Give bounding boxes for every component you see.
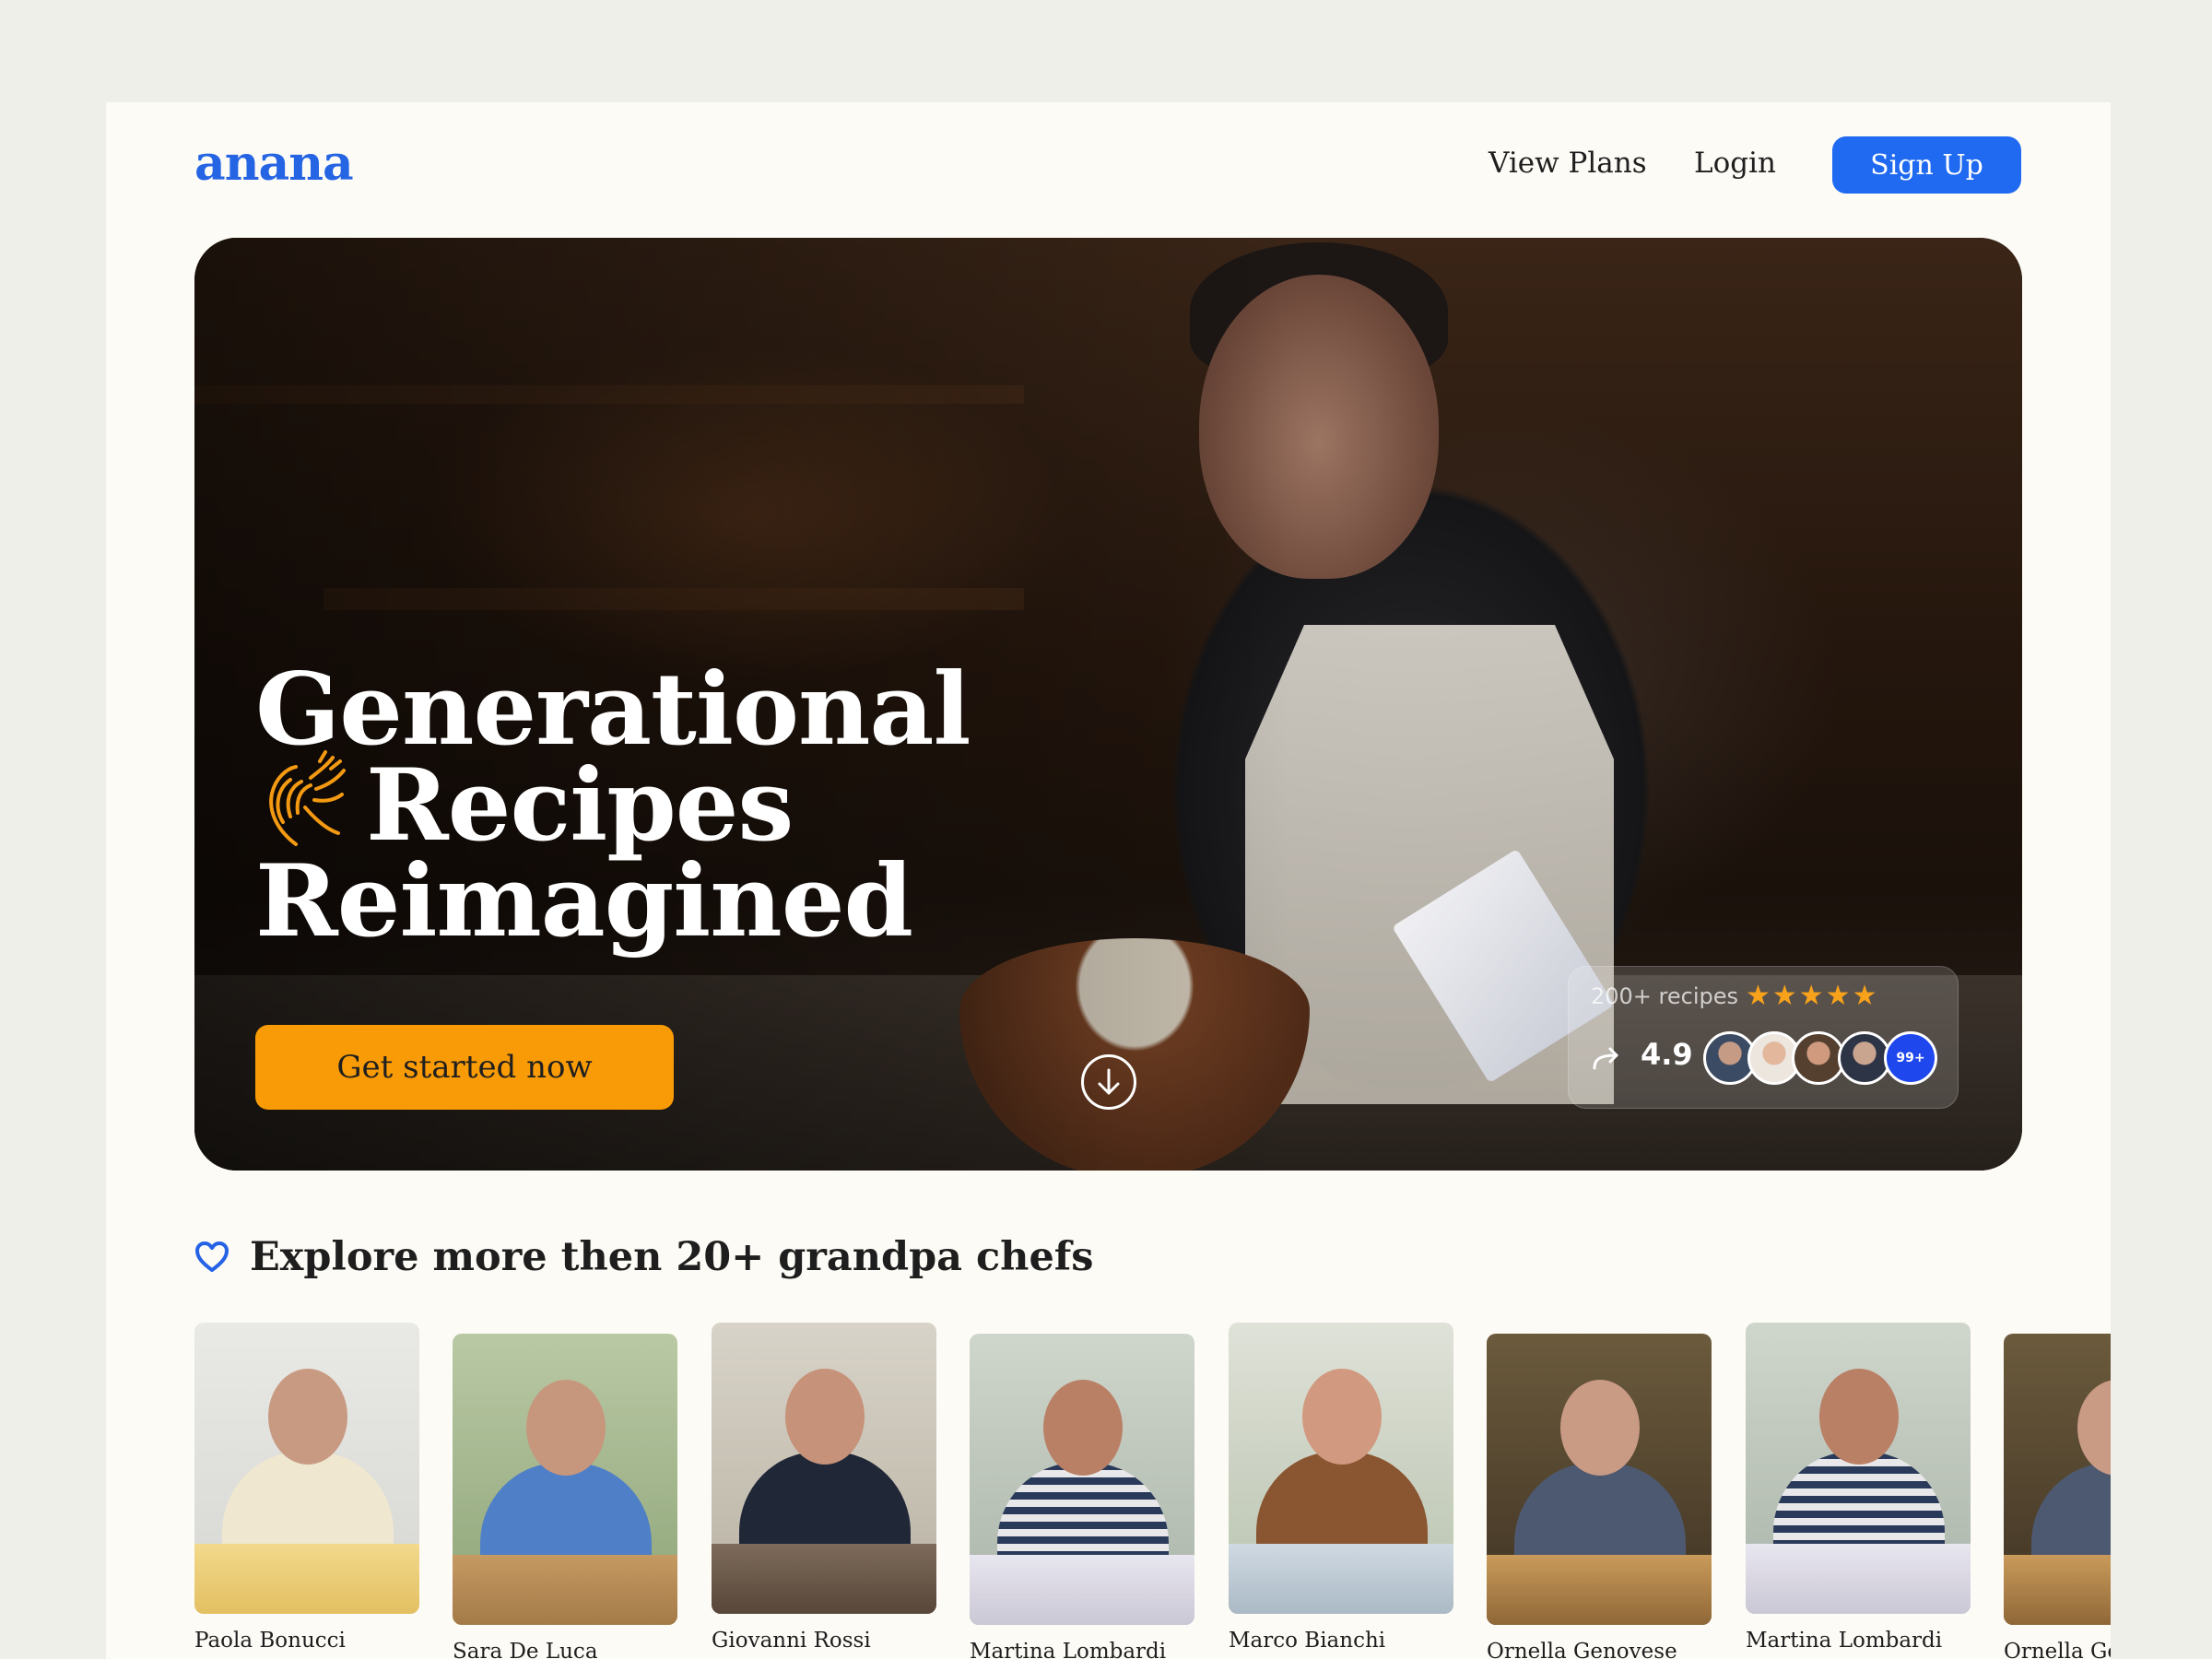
chef-name: Martina Lombardi — [970, 1640, 1167, 1659]
chef-photo — [1229, 1323, 1453, 1614]
chef-name: Ornella Genovese — [2004, 1640, 2111, 1659]
explore-title: Explore more then 20+ grandpa chefs — [250, 1234, 1094, 1280]
kitchen-table — [453, 1555, 677, 1625]
star-rating: ★★★★★ — [1746, 980, 1879, 1012]
chef-name: Marco Bianchi — [1229, 1629, 1386, 1653]
chef-face — [526, 1380, 606, 1476]
pasta-board — [194, 1544, 419, 1614]
kitchen-table — [1746, 1544, 1971, 1614]
chef-card[interactable]: Ornella Genovese — [1487, 1334, 1712, 1659]
hero-title-line-1: Generational — [255, 652, 971, 768]
chef-card[interactable]: Marco Bianchi — [1229, 1323, 1453, 1653]
sign-up-button[interactable]: Sign Up — [1832, 136, 2021, 194]
logo[interactable]: anana — [194, 135, 354, 192]
rating-score: 4.9 — [1641, 1037, 1693, 1072]
get-started-button[interactable]: Get started now — [255, 1025, 674, 1110]
nav-login[interactable]: Login — [1694, 147, 1776, 180]
chef-card[interactable]: Martina Lombardi — [1746, 1323, 1971, 1653]
chef-photo — [1746, 1323, 1971, 1614]
chef-face — [268, 1369, 347, 1465]
explore-heading: Explore more then 20+ grandpa chefs — [194, 1234, 1094, 1280]
nav-view-plans[interactable]: View Plans — [1488, 147, 1647, 180]
heart-icon — [195, 1241, 229, 1272]
hero-banner: Generational Recipes Reimagined Get star… — [194, 238, 2022, 1171]
chef-face — [1043, 1380, 1123, 1476]
chef-card[interactable]: Martina Lombardi — [970, 1334, 1194, 1659]
chef-name: Martina Lombardi — [1746, 1629, 1943, 1653]
chef-face — [2077, 1380, 2111, 1476]
chef-photo — [1487, 1334, 1712, 1625]
chef-card[interactable]: Giovanni Rossi — [712, 1323, 936, 1653]
chef-face — [1302, 1369, 1382, 1465]
recipes-count: 200+ recipes — [1591, 983, 1739, 1009]
chef-photo — [712, 1323, 936, 1614]
chef-name: Giovanni Rossi — [712, 1629, 871, 1653]
hand-drawn-hands-icon — [269, 750, 346, 846]
cookie-tray — [2004, 1555, 2111, 1625]
chef-card[interactable]: Paola Bonucci — [194, 1323, 419, 1653]
chef-name: Sara De Luca — [453, 1640, 598, 1659]
chef-photo — [970, 1334, 1194, 1625]
kitchen-table — [970, 1555, 1194, 1625]
chef-name: Paola Bonucci — [194, 1629, 346, 1653]
landing-page: anana View Plans Login Sign Up Generatio… — [106, 102, 2111, 1659]
chef-card[interactable]: Sara De Luca — [453, 1334, 677, 1659]
chef-face — [785, 1369, 865, 1465]
more-chefs-badge[interactable]: 99+ — [1884, 1031, 1937, 1085]
chef-photo — [2004, 1334, 2111, 1625]
kitchen-table — [1229, 1544, 1453, 1614]
chef-name: Ornella Genovese — [1487, 1640, 1677, 1659]
chef-photo — [194, 1323, 419, 1614]
kitchen-counter — [712, 1544, 936, 1614]
share-arrow-icon — [1593, 1047, 1618, 1070]
rating-card: 200+ recipes ★★★★★ 4.9 99+ — [1568, 966, 1959, 1109]
cookie-tray — [1487, 1555, 1712, 1625]
chef-card[interactable]: Ornella Genovese — [2004, 1334, 2111, 1659]
chef-face — [1560, 1380, 1640, 1476]
hero-title-line-2: Recipes — [366, 747, 794, 864]
hero-title-line-3: Reimagined — [255, 843, 913, 959]
chef-photo — [453, 1334, 677, 1625]
scroll-down-button[interactable] — [1081, 1054, 1136, 1110]
chef-face — [1819, 1369, 1899, 1465]
hero-title: Generational Recipes Reimagined — [255, 652, 971, 959]
arrow-down-circle-icon — [1098, 1068, 1120, 1095]
